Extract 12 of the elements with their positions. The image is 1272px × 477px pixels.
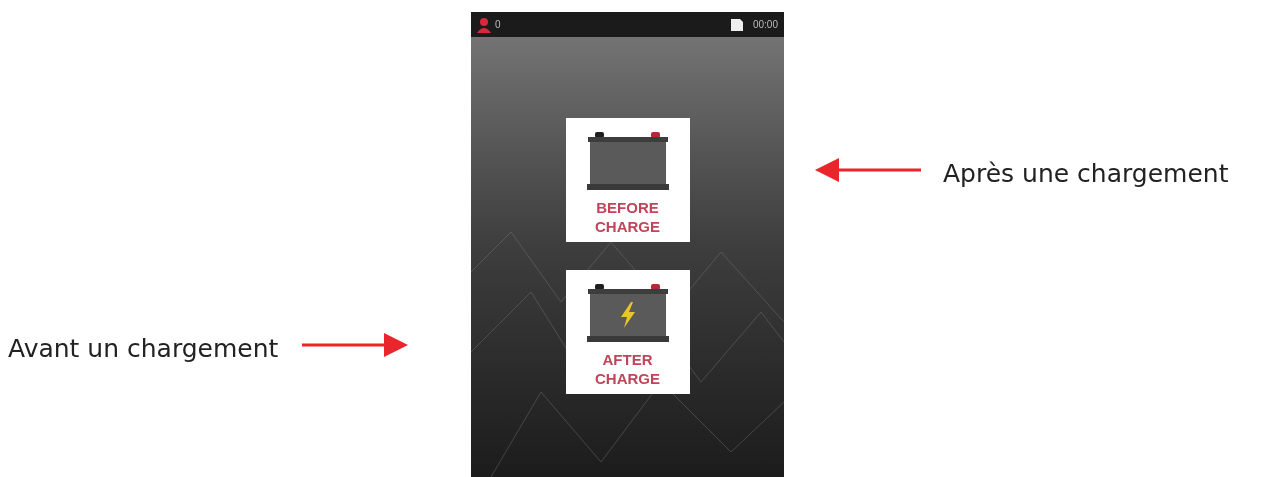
annotation-text: Avant un chargement [8,333,279,365]
user-icon [477,16,491,33]
charging-battery-icon [586,284,669,342]
before-charge-button[interactable]: BEFORE CHARGE [565,118,690,242]
after-charge-button[interactable]: AFTER CHARGE [565,270,690,394]
arrow-icon [302,333,409,357]
sd-card-icon [730,18,743,31]
clock: 00:00 [752,18,778,32]
user-count: 0 [495,18,501,32]
battery-icon [586,132,669,190]
annotation-text: Après une chargement [943,158,1229,190]
arrow-icon [815,158,921,182]
